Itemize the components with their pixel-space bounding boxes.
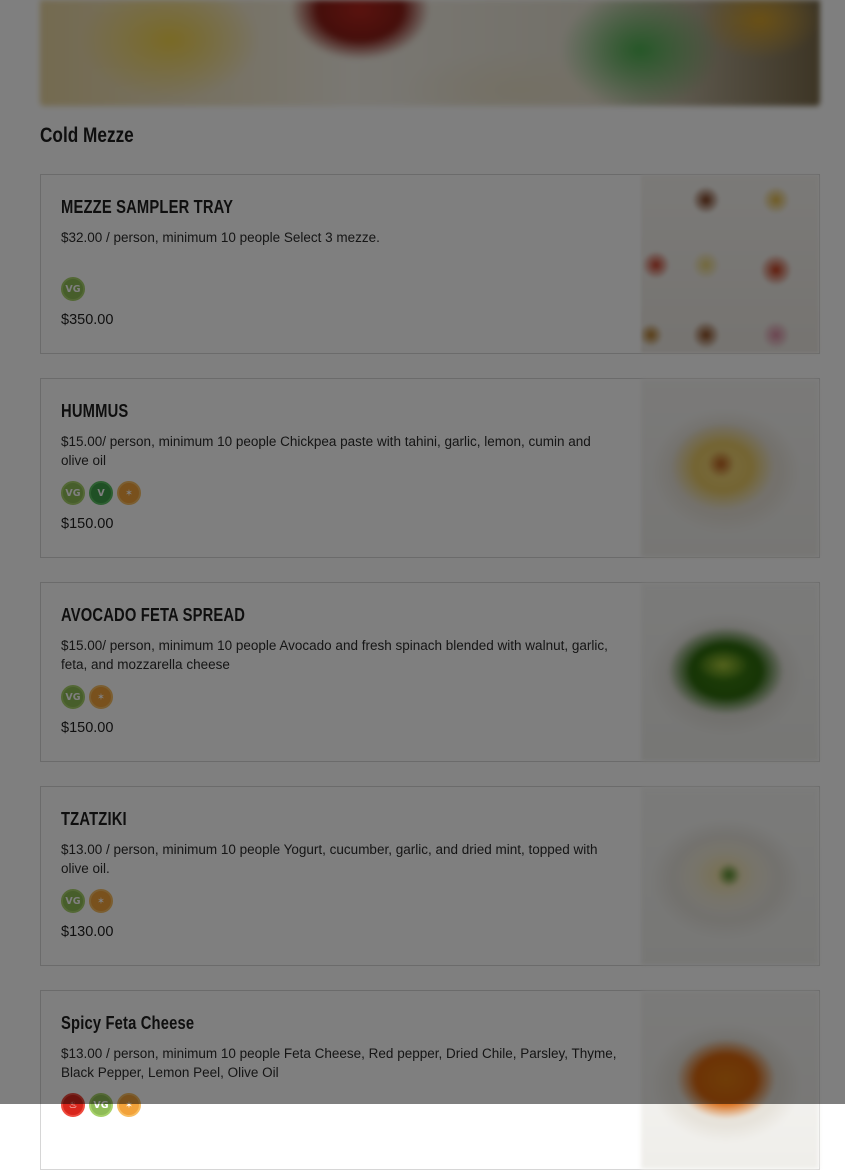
item-photo[interactable] [641,175,819,353]
item-photo[interactable] [641,991,819,1169]
item-description: $15.00/ person, minimum 10 people Chickp… [61,434,591,468]
item-description: $32.00 / person, minimum 10 people Selec… [61,230,380,245]
menu-item-card[interactable]: HUMMUS $15.00/ person, minimum 10 people… [40,378,820,558]
item-description: $13.00 / person, minimum 10 people Feta … [61,1046,617,1080]
gluten-free-icon: ✶ [89,889,113,913]
dietary-badges: VG V ✶ [61,481,141,505]
gluten-free-icon: ✶ [117,481,141,505]
gluten-free-icon: ✶ [117,1093,141,1117]
item-photo[interactable] [641,787,819,965]
item-price: $150.00 [61,720,114,736]
dietary-badges: VG [61,277,85,301]
vegetarian-icon: VG [61,685,85,709]
item-price: $350.00 [61,312,114,328]
item-price: $150.00 [61,516,114,532]
dietary-badges: VG ✶ [61,685,113,709]
vegetarian-icon: VG [89,1093,113,1117]
item-name: HUMMUS [61,401,129,421]
item-name: AVOCADO FETA SPREAD [61,605,246,625]
dietary-badges: VG ✶ [61,889,113,913]
item-description: $15.00/ person, minimum 10 people Avocad… [61,638,608,672]
section-title: Cold Mezze [40,124,134,147]
vegetarian-icon: VG [61,277,85,301]
item-photo[interactable] [641,379,819,557]
menu-page: Cold Mezze MEZZE SAMPLER TRAY $32.00 / p… [0,0,845,1170]
item-description: $13.00 / person, minimum 10 people Yogur… [61,842,598,876]
spicy-icon: ♨ [61,1093,85,1117]
item-photo[interactable] [641,583,819,761]
hero-food-image [40,0,820,106]
item-name: MEZZE SAMPLER TRAY [61,197,234,217]
menu-item-card[interactable]: AVOCADO FETA SPREAD $15.00/ person, mini… [40,582,820,762]
item-name: Spicy Feta Cheese [61,1013,195,1033]
vegan-icon: V [89,481,113,505]
menu-item-card[interactable]: Spicy Feta Cheese $13.00 / person, minim… [40,990,820,1170]
dietary-badges: ♨ VG ✶ [61,1093,141,1117]
menu-item-card[interactable]: TZATZIKI $13.00 / person, minimum 10 peo… [40,786,820,966]
item-price: $130.00 [61,924,114,940]
menu-item-card[interactable]: MEZZE SAMPLER TRAY $32.00 / person, mini… [40,174,820,354]
item-name: TZATZIKI [61,809,127,829]
gluten-free-icon: ✶ [89,685,113,709]
vegetarian-icon: VG [61,481,85,505]
vegetarian-icon: VG [61,889,85,913]
